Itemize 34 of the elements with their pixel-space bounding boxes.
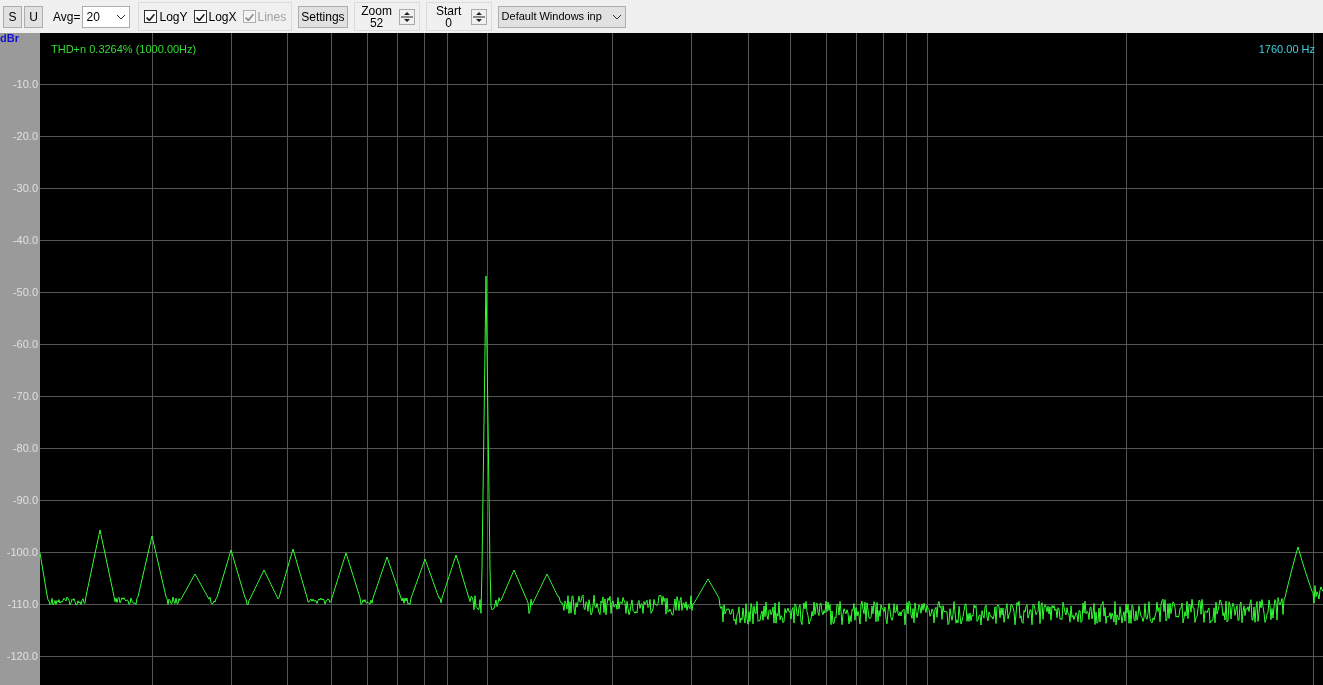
axis-label: -80.0 [12,442,38,454]
spinner-label: Zoom [361,4,392,17]
axis-label: -50.0 [12,286,38,298]
settings-button[interactable]: Settings [298,5,348,28]
axis-label: -100.0 [6,546,38,558]
spinner-arrows-icon[interactable] [470,8,487,25]
checkbox[interactable]: LogX [193,7,237,26]
axis-label: -40.0 [12,234,38,246]
axis-label: -90.0 [12,494,38,506]
device-dropdown[interactable]: Default Windows inp [497,5,626,28]
cursor-readout: 1760.00 Hz [1258,42,1315,57]
avg-dropdown[interactable]: 20 [82,5,131,28]
spinner-value[interactable]: 0 [445,16,452,29]
axis-label: -110.0 [7,598,38,610]
spinner-label: Start [435,4,462,17]
axis-label: -70.0 [12,390,38,402]
axis-label: -20.0 [12,130,38,142]
checkmark-icon [146,12,156,21]
caret-icon [116,13,127,20]
spinner-value[interactable]: 52 [369,16,384,29]
spinner-arrows-icon[interactable] [398,8,415,25]
axis-label: -30.0 [12,182,38,194]
avg-label: Avg= [53,8,81,26]
axis-label: -120.0 [6,650,38,662]
checkmark-icon [195,12,205,21]
caret-icon [611,13,622,20]
toolbar-button[interactable]: U [24,5,43,28]
checkmark-icon [244,12,254,21]
checkbox[interactable]: LogY [144,7,188,26]
axis-label: -10.0 [12,78,38,90]
thd-readout: THD+n 0.3264% (1000.00Hz) [51,42,197,57]
unit-label: dBr [0,33,19,44]
axis-label: -60.0 [12,338,38,350]
toolbar-button[interactable]: S [3,5,22,28]
